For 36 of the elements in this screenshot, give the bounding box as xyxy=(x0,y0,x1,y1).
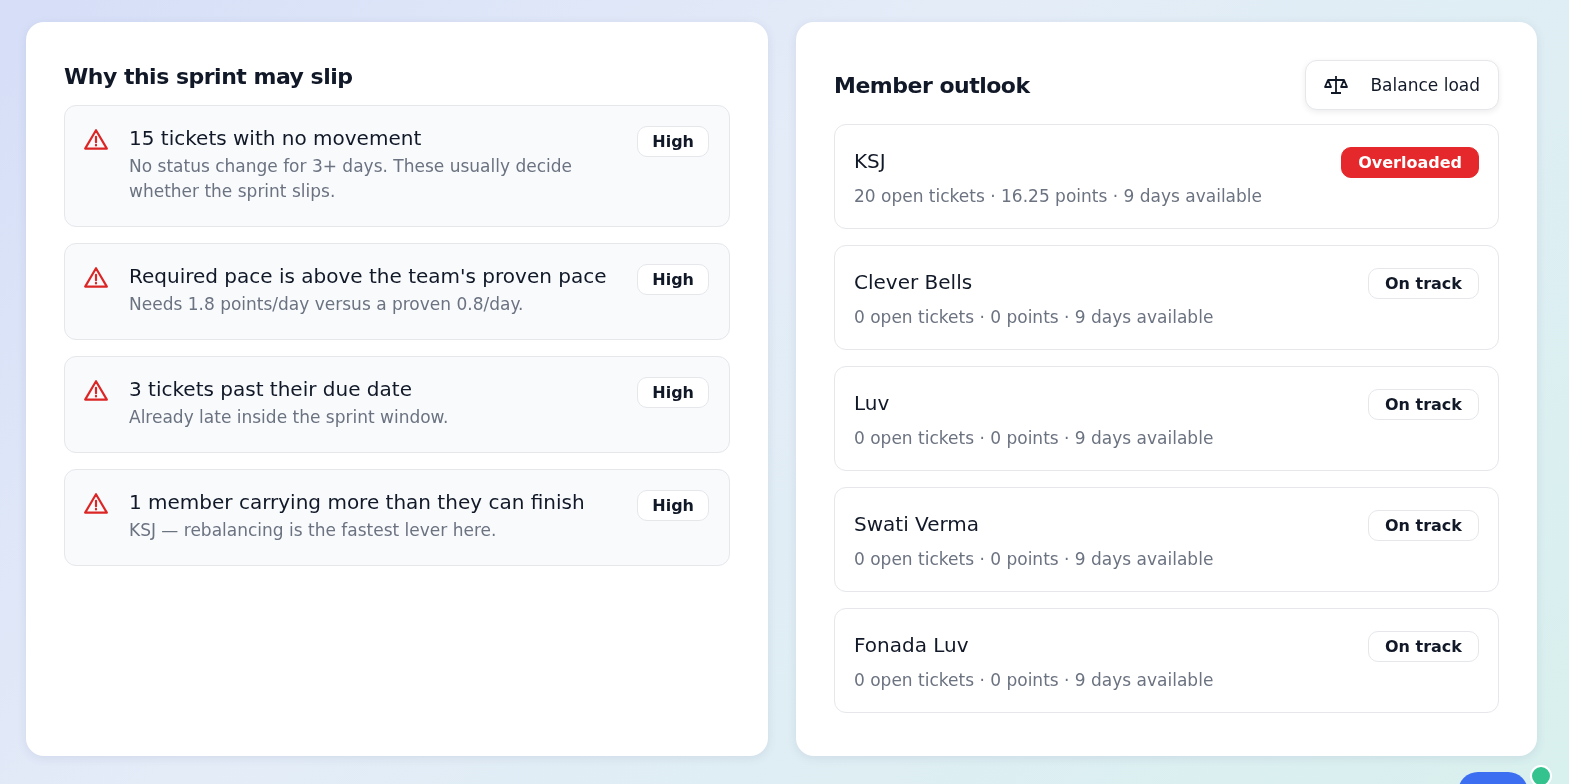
panel-title: Member outlook xyxy=(834,72,1030,98)
status-badge: On track xyxy=(1367,389,1479,420)
online-indicator xyxy=(1530,765,1552,784)
member-summary: 0 open tickets · 0 points · 9 days available xyxy=(854,428,1215,448)
risk-detail: No status change for 3+ days. These usually decide whether the sprint slips. xyxy=(129,155,573,203)
severity-badge: High xyxy=(637,490,709,521)
member-summary: 0 open tickets · 0 points · 9 days available xyxy=(854,549,1215,569)
status-badge: On track xyxy=(1367,268,1479,299)
member-summary: 0 open tickets · 0 points · 9 days available xyxy=(854,670,1215,690)
member-name: KSJ xyxy=(854,148,887,175)
risk-detail: KSJ — rebalancing is the fastest lever here. xyxy=(129,519,498,542)
risk-title: 3 tickets past their due date xyxy=(129,376,413,403)
severity-badge: High xyxy=(637,126,709,157)
risk-detail: Already late inside the sprint window. xyxy=(129,406,450,429)
risk-title: 1 member carrying more than they can finish xyxy=(129,489,586,516)
member-name: Fonada Luv xyxy=(854,632,970,659)
status-badge: On track xyxy=(1367,631,1479,662)
risk-detail: Needs 1.8 points/day versus a proven 0.8/day. xyxy=(129,293,525,316)
scale-icon xyxy=(1324,73,1349,97)
member-name: Swati Verma xyxy=(854,511,981,538)
warning-icon xyxy=(83,127,109,153)
status-badge: On track xyxy=(1367,510,1479,541)
member-summary: 0 open tickets · 0 points · 9 days available xyxy=(854,307,1215,327)
risk-title: Required pace is above the team's proven pace xyxy=(129,263,608,290)
status-badge: Overloaded xyxy=(1341,147,1479,178)
risk-title: 15 tickets with no movement xyxy=(129,125,423,152)
warning-icon xyxy=(83,378,109,404)
member-name: Luv xyxy=(854,390,891,417)
member-summary: 20 open tickets · 16.25 points · 9 days available xyxy=(854,186,1263,206)
warning-icon xyxy=(83,491,109,517)
severity-badge: High xyxy=(637,264,709,295)
member-name: Clever Bells xyxy=(854,269,974,296)
balance-load-button[interactable]: Balance load xyxy=(1305,60,1499,110)
panel-title: Why this sprint may slip xyxy=(64,64,354,89)
severity-badge: High xyxy=(637,377,709,408)
warning-icon xyxy=(83,265,109,291)
